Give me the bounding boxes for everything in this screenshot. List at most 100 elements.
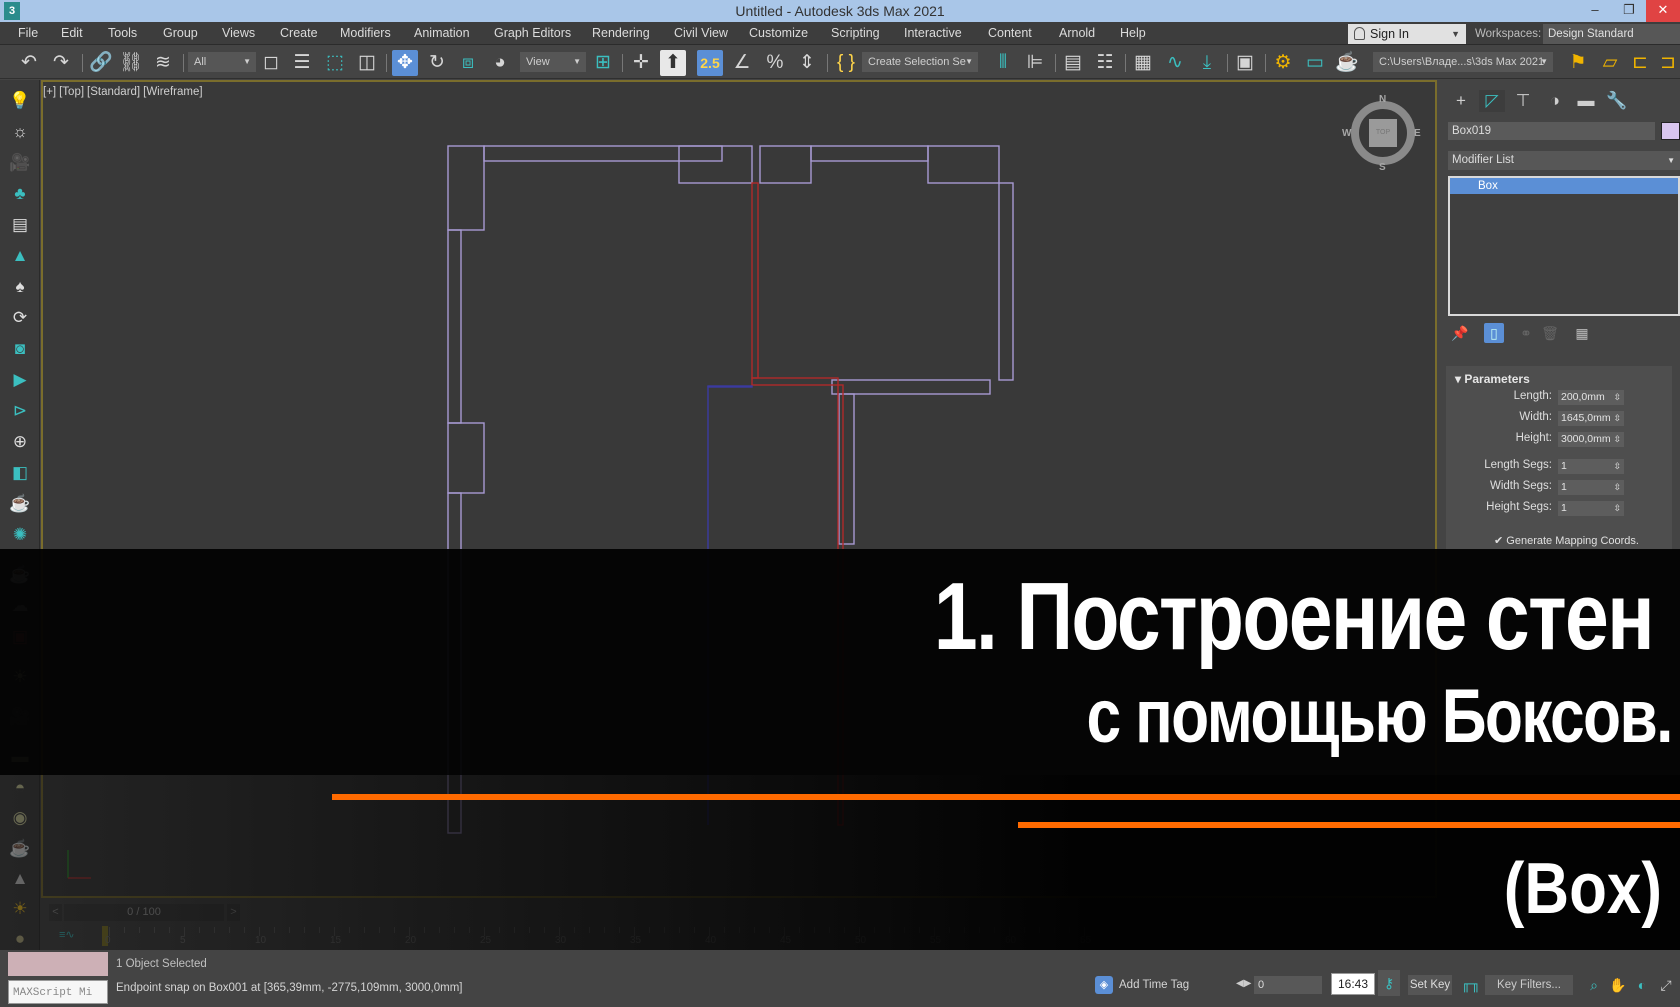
object-name-field[interactable]: Box019: [1448, 122, 1655, 140]
menu-group[interactable]: Group: [163, 26, 198, 40]
wall-box[interactable]: [831, 379, 991, 395]
menu-animation[interactable]: Animation: [414, 26, 470, 40]
angle-snap-icon[interactable]: ∠: [729, 50, 755, 76]
configure-modifier-sets-icon[interactable]: ▦: [1572, 323, 1592, 343]
make-unique-icon[interactable]: ⚭: [1516, 323, 1536, 343]
undo-icon[interactable]: ↶: [16, 50, 42, 76]
project-settings-icon[interactable]: ⚑: [1565, 50, 1591, 76]
material-preview-icon[interactable]: ◙: [9, 338, 31, 360]
viewport-play-icon[interactable]: ▶: [9, 369, 31, 391]
create-project-icon[interactable]: ⊏: [1627, 50, 1653, 76]
material-editor-icon[interactable]: ▣: [1232, 50, 1258, 76]
ribbon-toggle-icon[interactable]: ▦: [1130, 50, 1156, 76]
stack-item-box[interactable]: Box: [1450, 178, 1678, 194]
window-crossing-icon[interactable]: ◫: [354, 50, 380, 76]
menu-modifiers[interactable]: Modifiers: [340, 26, 391, 40]
camera-add-icon[interactable]: ⊕: [9, 431, 31, 453]
remove-modifier-trash-icon[interactable]: 🗑: [1540, 323, 1560, 343]
minimize-button[interactable]: –: [1578, 0, 1612, 22]
time-tag-icon[interactable]: ◈: [1095, 976, 1113, 994]
create-tab-plus-icon[interactable]: +: [1448, 90, 1474, 112]
menu-tools[interactable]: Tools: [108, 26, 137, 40]
length-spinner[interactable]: 200,0mm ⇳: [1558, 390, 1624, 405]
menu-arnold[interactable]: Arnold: [1059, 26, 1095, 40]
generate-mapping-checkbox[interactable]: ✔ Generate Mapping Coords.: [1494, 534, 1639, 547]
height-spinner[interactable]: 3000,0mm ⇳: [1558, 432, 1624, 447]
modifier-list-dropdown[interactable]: Modifier List ▼: [1448, 151, 1680, 170]
wall-box[interactable]: [751, 377, 839, 386]
wall-box[interactable]: [751, 182, 759, 379]
open-project-icon[interactable]: ▱: [1597, 50, 1623, 76]
camera-icon[interactable]: 🎥: [9, 152, 31, 174]
restore-button[interactable]: ❐: [1612, 0, 1646, 22]
motion-tab-icon[interactable]: ◑: [1542, 90, 1568, 112]
named-selection-dropdown[interactable]: Create Selection Se ▼: [862, 52, 978, 72]
bind-space-warp-icon[interactable]: ≋: [150, 50, 176, 76]
menu-edit[interactable]: Edit: [61, 26, 83, 40]
add-time-tag-button[interactable]: Add Time Tag: [1119, 979, 1189, 991]
wall-box[interactable]: [678, 145, 753, 184]
rotate-render-icon[interactable]: ⟳: [9, 307, 31, 329]
select-object-icon[interactable]: ◻: [258, 50, 284, 76]
pivot-center-icon[interactable]: ⊞: [590, 50, 616, 76]
project-folder-icon[interactable]: ⊐: [1655, 50, 1680, 76]
length-segs-spinner[interactable]: 1 ⇳: [1558, 459, 1624, 474]
mirror-icon[interactable]: ⫴: [990, 50, 1016, 76]
set-key-icon[interactable]: ⚷: [1378, 970, 1400, 996]
select-by-name-icon[interactable]: ☰: [289, 50, 315, 76]
spinner-arrows-icon[interactable]: ⇳: [1613, 411, 1621, 426]
menu-scripting[interactable]: Scripting: [831, 26, 880, 40]
menu-customize[interactable]: Customize: [749, 26, 808, 40]
tree-card-icon[interactable]: ♠: [9, 276, 31, 298]
render-frame-icon[interactable]: ⊳: [9, 400, 31, 422]
width-segs-spinner[interactable]: 1 ⇳: [1558, 480, 1624, 495]
snaps-toggle-icon[interactable]: 2.5: [697, 50, 723, 76]
manipulate-icon[interactable]: ✛: [628, 50, 654, 76]
object-color-swatch[interactable]: [1661, 122, 1680, 140]
workspace-dropdown[interactable]: Design Standard: [1543, 24, 1680, 44]
curve-editor-icon[interactable]: ∿: [1162, 50, 1188, 76]
list-icon[interactable]: ▤: [9, 214, 31, 236]
menu-rendering[interactable]: Rendering: [592, 26, 650, 40]
menu-file[interactable]: File: [18, 26, 38, 40]
zoom-extents-icon[interactable]: ⌕: [1585, 976, 1603, 994]
maximize-viewport-icon[interactable]: ⤢: [1657, 976, 1675, 994]
layer-explorer-icon[interactable]: ☷: [1092, 50, 1118, 76]
wall-box[interactable]: [447, 145, 485, 231]
menu-help[interactable]: Help: [1120, 26, 1146, 40]
height-segs-spinner[interactable]: 1 ⇳: [1558, 501, 1624, 516]
display-tab-icon[interactable]: ▬: [1573, 90, 1599, 112]
modify-tab-icon[interactable]: ◸: [1479, 90, 1505, 112]
key-filters-button[interactable]: Key Filters...: [1485, 975, 1573, 995]
sign-in-button[interactable]: Sign In ▼: [1348, 24, 1466, 44]
wall-box[interactable]: [838, 393, 855, 545]
selection-filter-dropdown[interactable]: All ▼: [188, 52, 256, 72]
wall-box[interactable]: [759, 145, 812, 184]
wall-box[interactable]: [998, 182, 1014, 381]
hierarchy-tab-icon[interactable]: ⊤: [1510, 90, 1536, 112]
render-production-icon[interactable]: ☕: [1334, 50, 1360, 76]
pan-hand-icon[interactable]: ✋: [1609, 976, 1627, 994]
light-probe-icon[interactable]: ✺: [9, 524, 31, 546]
maxscript-output[interactable]: [8, 952, 108, 976]
set-key-button[interactable]: Set Key: [1408, 975, 1452, 995]
wall-box[interactable]: [483, 145, 723, 162]
spinner-snap-icon[interactable]: ⇕: [794, 50, 820, 76]
select-and-move-icon[interactable]: ✥: [392, 50, 418, 76]
key-mode-icon[interactable]: ╓╖: [1461, 975, 1481, 991]
frame-nav-icon[interactable]: ◀▶: [1236, 978, 1251, 989]
rendered-frame-window-icon[interactable]: ▭: [1302, 50, 1328, 76]
wall-box[interactable]: [927, 145, 1000, 184]
utilities-tab-wrench-icon[interactable]: 🔧: [1604, 90, 1630, 112]
menu-interactive[interactable]: Interactive: [904, 26, 962, 40]
orbit-icon[interactable]: ◐: [1633, 976, 1651, 994]
schematic-view-icon[interactable]: ⤓: [1194, 50, 1220, 76]
select-and-rotate-icon[interactable]: ↻: [424, 50, 450, 76]
spinner-arrows-icon[interactable]: ⇳: [1613, 501, 1621, 516]
select-and-scale-icon[interactable]: ⧈: [455, 50, 481, 76]
close-button[interactable]: ✕: [1646, 0, 1680, 22]
teapot-icon[interactable]: ☕: [9, 493, 31, 515]
placement-icon[interactable]: ◕: [487, 50, 513, 76]
align-icon[interactable]: ⊫: [1022, 50, 1048, 76]
scene-explorer-icon[interactable]: ▤: [1060, 50, 1086, 76]
